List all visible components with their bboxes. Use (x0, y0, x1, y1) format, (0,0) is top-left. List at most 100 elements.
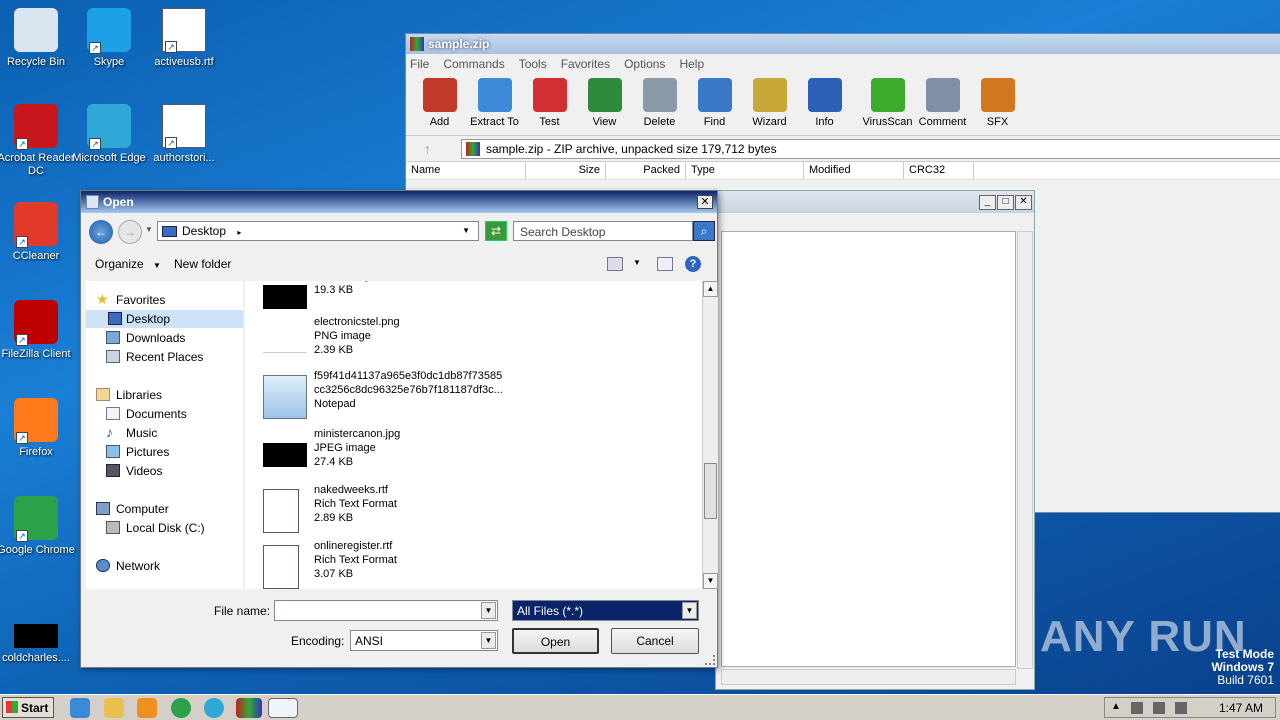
file-item[interactable]: nakedweeks.rtf Rich Text Format 2.89 KB (261, 483, 681, 539)
file-item[interactable]: f59f41d41137a965e3f0dc1db87f73585 cc3256c… (261, 369, 681, 425)
nav-desktop[interactable]: Desktop (86, 310, 243, 328)
nav-recent-places[interactable]: Recent Places (96, 348, 209, 366)
file-item[interactable]: electronicstel.png PNG image 2.39 KB (261, 315, 681, 371)
archive-path-box[interactable]: sample.zip - ZIP archive, unpacked size … (461, 138, 1280, 159)
minimize-icon[interactable]: _ (979, 195, 996, 210)
desktop-icon-coldcharles[interactable]: coldcharles.... (0, 614, 76, 665)
file-item[interactable]: onlineregister.rtf Rich Text Format 3.07 K… (261, 539, 681, 589)
column-header-crc32[interactable]: CRC32 (904, 162, 974, 179)
chevron-down-icon[interactable]: ▼ (682, 602, 697, 619)
column-header-name[interactable]: Name (406, 162, 526, 179)
menu-help[interactable]: Help (679, 57, 704, 71)
desktop-icon-ccleaner[interactable]: ↗ CCleaner (0, 202, 76, 263)
menu-options[interactable]: Options (624, 57, 665, 71)
chevron-down-icon[interactable]: ▼ (481, 632, 496, 649)
chevron-down-icon[interactable]: ▼ (145, 225, 153, 234)
nav-downloads[interactable]: Downloads (96, 329, 191, 347)
nav-local-disk[interactable]: Local Disk (C:) (96, 519, 211, 537)
nav-pictures[interactable]: Pictures (96, 443, 175, 461)
nav-libraries[interactable]: Libraries (86, 386, 168, 404)
toolbar-sfx-button[interactable]: SFX (970, 74, 1025, 135)
up-arrow-icon[interactable]: ↑ (424, 141, 431, 157)
column-header-packed[interactable]: Packed (606, 162, 686, 179)
menu-file[interactable]: File (410, 57, 429, 71)
nav-network[interactable]: Network (86, 557, 166, 575)
menu-favorites[interactable]: Favorites (561, 57, 610, 71)
toolbar-extract-to-button[interactable]: Extract To (467, 74, 522, 135)
nav-favorites[interactable]: ★ Favorites (86, 291, 171, 309)
winrar-taskbar-icon[interactable] (236, 698, 262, 718)
search-input[interactable]: Search Desktop (513, 221, 693, 241)
nav-videos[interactable]: Videos (96, 462, 168, 480)
menu-tools[interactable]: Tools (519, 57, 547, 71)
desktop-icon-skype[interactable]: ↗ Skype (69, 8, 149, 69)
dropdown-arrow-icon[interactable]: ▼ (462, 226, 470, 235)
desktop-icon-authorstori[interactable]: ↗ authorstori... (144, 104, 224, 165)
chrome-icon[interactable] (171, 698, 191, 718)
desktop-icon-activeusb-rtf[interactable]: ↗ activeusb.rtf (144, 8, 224, 69)
notepad-taskbar-icon[interactable] (268, 698, 298, 718)
desktop-icon-filezilla-client[interactable]: ↗ FileZilla Client (0, 300, 76, 361)
column-header-size[interactable]: Size (526, 162, 606, 179)
column-header-type[interactable]: Type (686, 162, 804, 179)
close-icon[interactable]: ✕ (697, 195, 713, 209)
open-button[interactable]: Open (512, 628, 599, 654)
cancel-button[interactable]: Cancel (611, 628, 699, 654)
toolbar-view-button[interactable]: View (577, 74, 632, 135)
child-hscroll[interactable] (721, 669, 1016, 685)
nav-documents[interactable]: Documents (96, 405, 193, 423)
chevron-right-icon[interactable]: ▸ (237, 228, 241, 237)
encoding-select[interactable]: ANSI ▼ (350, 630, 498, 651)
scroll-up-arrow[interactable]: ▲ (703, 281, 718, 297)
toolbar-test-button[interactable]: Test (522, 74, 577, 135)
maximize-icon[interactable]: □ (997, 195, 1014, 210)
new-folder-button[interactable]: New folder (174, 257, 231, 271)
toolbar-info-button[interactable]: Info (797, 74, 852, 135)
toolbar-add-button[interactable]: Add (412, 74, 467, 135)
toolbar-wizard-button[interactable]: Wizard (742, 74, 797, 135)
clock[interactable]: 1:47 AM (1219, 701, 1263, 715)
desktop-icon-acrobat-reader-dc[interactable]: ↗ Acrobat Reader DC (0, 104, 76, 178)
desktop-icon-recycle-bin[interactable]: Recycle Bin (0, 8, 76, 69)
file-name-input[interactable]: ▼ (274, 600, 498, 621)
refresh-button[interactable]: ⇄ (485, 221, 507, 241)
desktop-icon-google-chrome[interactable]: ↗ Google Chrome (0, 496, 76, 557)
chevron-down-icon[interactable]: ▼ (633, 258, 641, 267)
preview-pane-icon[interactable] (657, 257, 673, 271)
flag-icon[interactable] (1175, 702, 1187, 714)
column-header-modified[interactable]: Modified (804, 162, 904, 179)
show-hidden-icons-icon[interactable]: ▲ (1111, 701, 1121, 712)
forward-button[interactable]: → (118, 220, 142, 244)
start-button[interactable]: Start (2, 697, 54, 718)
desktop-icon-firefox[interactable]: ↗ Firefox (0, 398, 76, 459)
scroll-down-arrow[interactable]: ▼ (703, 573, 718, 589)
menu-commands[interactable]: Commands (443, 57, 504, 71)
file-item[interactable]: ministercanon.jpg JPEG image 27.4 KB (261, 427, 681, 483)
organize-button[interactable]: Organize ▼ (95, 257, 161, 271)
nav-computer[interactable]: Computer (86, 500, 175, 518)
ie-icon[interactable] (70, 698, 90, 718)
search-icon[interactable]: ⌕ (693, 221, 715, 241)
toolbar-delete-button[interactable]: Delete (632, 74, 687, 135)
toolbar-virusscan-button[interactable]: VirusScan (860, 74, 915, 135)
volume-icon[interactable] (1131, 702, 1143, 714)
child-vscroll[interactable] (1017, 231, 1033, 669)
file-list-scrollbar[interactable]: ▲ ▼ (702, 281, 718, 589)
desktop-icon-microsoft-edge[interactable]: ↗ Microsoft Edge (69, 104, 149, 165)
scroll-thumb[interactable] (704, 463, 717, 519)
view-options-icon[interactable] (607, 257, 623, 271)
help-icon[interactable]: ? (685, 256, 701, 272)
back-button[interactable]: ← (89, 220, 113, 244)
toolbar-find-button[interactable]: Find (687, 74, 742, 135)
breadcrumb-desktop[interactable]: Desktop (182, 224, 226, 238)
explorer-icon[interactable] (104, 698, 124, 718)
close-icon[interactable]: ✕ (1015, 195, 1032, 210)
network-tray-icon[interactable] (1153, 702, 1165, 714)
resize-grip-icon[interactable] (705, 655, 715, 665)
toolbar-comment-button[interactable]: Comment (915, 74, 970, 135)
file-type-filter[interactable]: All Files (*.*) ▼ (512, 600, 699, 621)
chevron-down-icon[interactable]: ▼ (481, 602, 496, 619)
location-breadcrumb[interactable]: Desktop ▸ ▼ (157, 221, 479, 241)
nav-music[interactable]: ♪ Music (96, 424, 163, 442)
edge-icon[interactable] (204, 698, 224, 718)
